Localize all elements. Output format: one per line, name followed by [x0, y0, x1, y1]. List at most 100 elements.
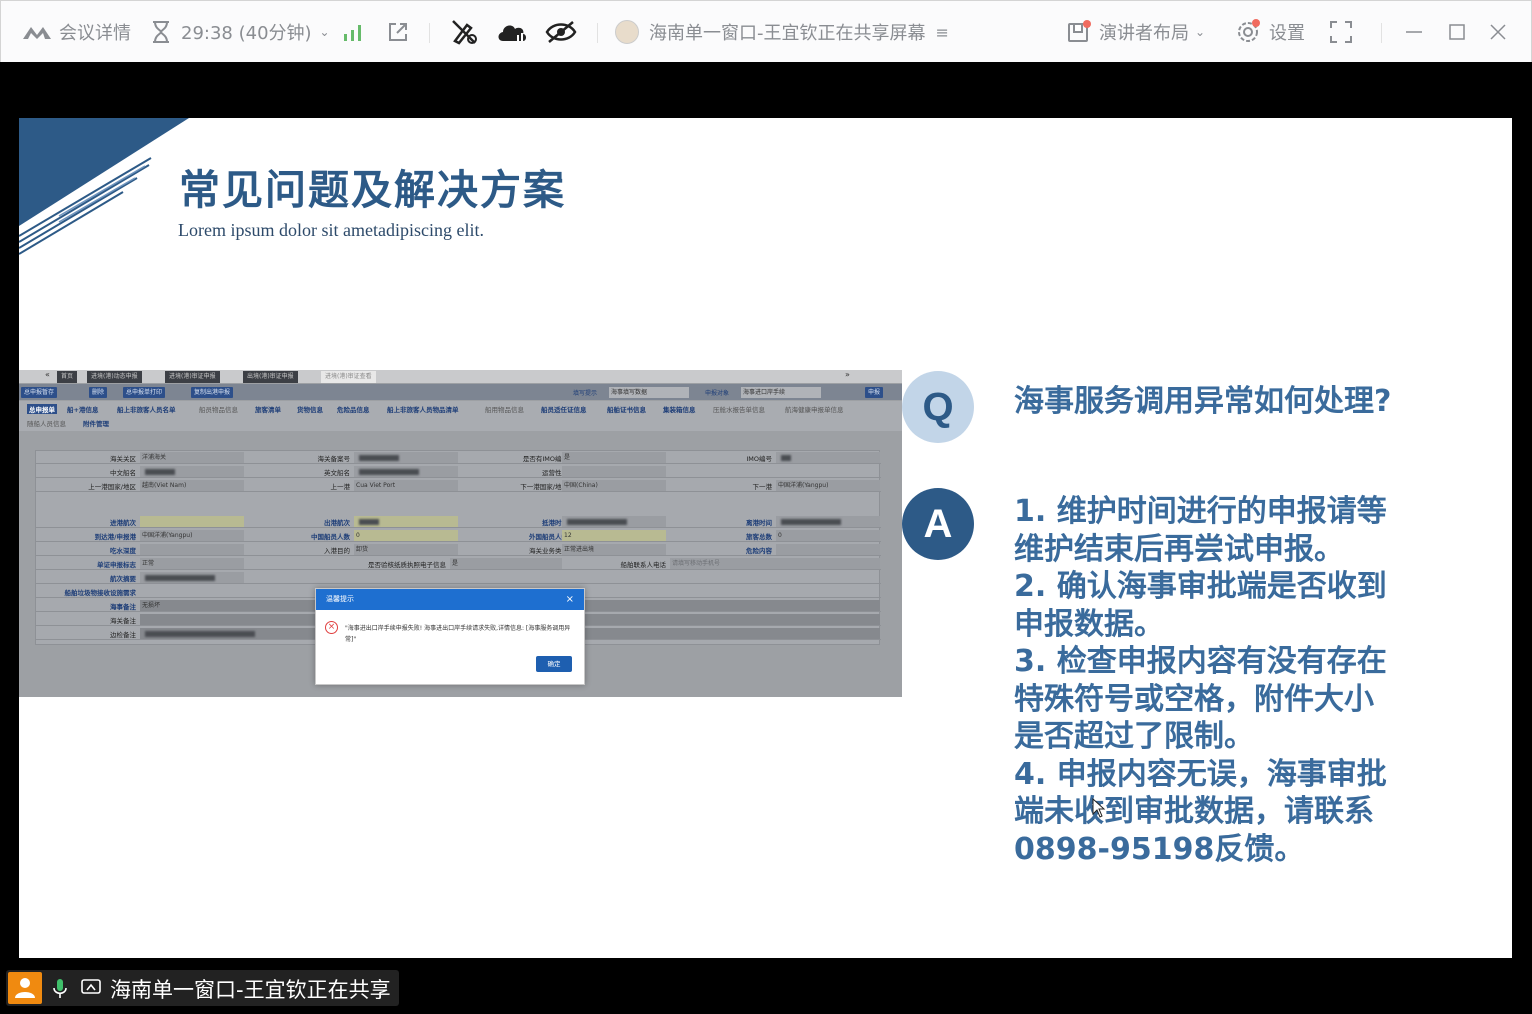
embedded-label: 吃水深度 [110, 547, 136, 555]
slide-title: 常见问题及解决方案 [179, 166, 566, 214]
shared-slide: 常见问题及解决方案 Lorem ipsum dolor sit ametadip… [19, 118, 1512, 958]
answer-line: 是否超过了限制。 [1014, 719, 1254, 754]
embedded-field: Cua Viet Port [354, 480, 458, 491]
settings-button[interactable]: 设置 [1235, 15, 1305, 49]
embedded-label: 上一港 [330, 483, 351, 491]
embedded-label: 外国船员人数 [529, 533, 568, 541]
pen-slash-icon [452, 20, 477, 45]
embedded-label: 单证申报标志 [97, 561, 136, 569]
cloud-record-button[interactable] [497, 15, 529, 49]
toolbar-divider [429, 23, 430, 43]
answer-line: 特殊符号或空格，附件大小 [1014, 681, 1374, 717]
signal-button[interactable] [343, 15, 363, 49]
screen-share-icon[interactable] [81, 979, 101, 997]
layout-icon [1068, 20, 1091, 42]
embedded-subtabs: 总申报单 船+港信息 船上非旅客人员名单 船员物品信息 旅客清单 货物信息 危险… [19, 401, 902, 431]
embedded-field-redacted [354, 452, 458, 463]
arrow-left-icon: « [45, 370, 50, 379]
corner-decoration [19, 118, 189, 255]
embedded-field-redacted [354, 466, 458, 477]
embedded-label: 运营性质 [542, 469, 568, 477]
embedded-label: 英文船名 [324, 469, 350, 477]
embedded-tab: 出境(港)审证申报 [243, 371, 298, 383]
embedded-form-row: 吃水深度 入港目的 卸货 海关业务类型 正常进出境 危险内容 [36, 543, 881, 556]
dialog-message: "海事进出口岸手续申报失败! 海事进出口岸手续请求失败,详情信息: [海事服务调… [345, 625, 571, 643]
timer-button[interactable]: 29:38 (40分钟) ⌄ [151, 15, 330, 49]
hourglass-icon [153, 21, 169, 43]
sharer-label: 海南单一窗口-王宜钦正在共享屏幕 [649, 23, 926, 44]
embedded-tab: 首页 [57, 371, 78, 383]
embedded-subtab: 附件管理 [83, 420, 109, 428]
hide-video-button[interactable] [545, 15, 577, 49]
fullscreen-icon [1330, 21, 1352, 43]
embedded-label: 旅客总数 [746, 533, 772, 541]
embedded-action-bar: 总申报暂存 删除 总申报单打印 复制出港申报 填写提示 海事填写数据 申报对象 … [19, 384, 902, 400]
menu-lines-icon: ≡ [935, 22, 949, 42]
error-dialog: 温馨提示 × × "海事进出口岸手续申报失败! 海事进出口岸手续请求失败,详情信… [315, 588, 585, 685]
participants-button[interactable] [8, 972, 42, 1004]
embedded-label: 海事备注 [110, 603, 136, 611]
answer-line: 4. 申报内容无误，海事审批 [1014, 756, 1387, 792]
maximize-button[interactable] [1448, 15, 1466, 49]
question-text: 海事服务调用异常如何处理? [1014, 384, 1392, 419]
embedded-field: 0 [776, 530, 880, 541]
embedded-subtab: 航海健康申报单信息 [785, 406, 844, 414]
user-icon [15, 978, 35, 998]
embedded-field: 正常进出境 [562, 544, 666, 555]
embedded-form-row: 中文船名 英文船名 运营性质 [36, 465, 881, 478]
answer-line: 端未收到审批数据，请联系 [1014, 794, 1374, 829]
timer-label: 29:38 (40分钟) [181, 23, 312, 44]
answer-line: 0898-95198反馈。 [1014, 831, 1305, 867]
microphone-icon[interactable] [52, 978, 68, 1000]
embedded-label: 进港航次 [110, 519, 136, 527]
embedded-subtab: 总申报单 [27, 404, 57, 414]
embedded-field: 卸货 [354, 544, 458, 555]
embedded-label: 下一港 [752, 483, 773, 491]
embedded-field: 请填写移动手机号 [670, 558, 880, 569]
embedded-field: 中国洋浦(Yangpu) [776, 480, 880, 491]
embedded-button: 总申报单打印 [123, 387, 166, 398]
presenter-layout-button[interactable]: 演讲者布局 ⌄ [1067, 15, 1205, 49]
embedded-field: 是 [450, 558, 562, 569]
meeting-details-label: 会议详情 [59, 23, 131, 44]
embedded-button: 总申报暂存 [21, 387, 58, 398]
embedded-subtab: 集装箱信息 [663, 406, 696, 414]
embedded-report-button: 申报 [865, 387, 884, 398]
embedded-field-redacted [140, 572, 244, 583]
close-icon [1490, 24, 1506, 40]
embedded-form-row: 航次摘要 [36, 571, 881, 584]
embedded-label: 是否有IMO编号 [522, 455, 568, 463]
embedded-label: 中文船名 [110, 469, 136, 477]
embedded-label: 入港目的 [324, 547, 350, 555]
embedded-hint-select: 海事填写数据 [609, 387, 689, 398]
answer-line: 1. 维护时间进行的申报请等 [1014, 494, 1387, 529]
popout-button[interactable] [387, 15, 409, 49]
close-button[interactable] [1489, 15, 1507, 49]
embedded-label: 抵港时间 [542, 519, 568, 527]
embedded-subtab: 船员适任证信息 [541, 406, 587, 414]
meeting-window: 会议详情 29:38 (40分钟) ⌄ 海南单一窗口-王宜钦正在共享屏幕 ≡ 演… [0, 0, 1532, 1014]
sharer-info[interactable]: 海南单一窗口-王宜钦正在共享屏幕 ≡ [615, 15, 949, 49]
embedded-button: 删除 [89, 387, 108, 398]
annotation-off-button[interactable] [451, 15, 479, 49]
embedded-field [140, 516, 244, 527]
embedded-subtab: 船舶证书信息 [607, 406, 646, 414]
cloud-icon [498, 25, 526, 41]
embedded-field-redacted [776, 452, 880, 463]
embedded-tab-strip: « 首页 进境(港)动态申报 进境(港)审证申报 出境(港)审证申报 进境(港)… [19, 370, 902, 383]
meeting-details-button[interactable]: 会议详情 [23, 15, 131, 49]
embedded-target-select: 海事进口岸手续 [741, 387, 821, 398]
fullscreen-button[interactable] [1329, 15, 1353, 49]
embedded-label: 离港时间 [746, 519, 772, 527]
embedded-subtab: 船员物品信息 [199, 406, 238, 414]
embedded-label: 边检备注 [110, 631, 136, 639]
embedded-field: 12 [562, 530, 666, 541]
signal-strength-icon [344, 25, 361, 41]
embedded-field: 越南(Viet Nam) [140, 480, 244, 491]
embedded-subtab: 船+港信息 [67, 406, 99, 414]
answer-line: 申报数据。 [1014, 606, 1164, 642]
external-link-icon [389, 23, 407, 41]
embedded-form-row: 上一港国家/地区 越南(Viet Nam) 上一港 Cua Viet Port … [36, 479, 881, 492]
minimize-button[interactable] [1405, 15, 1423, 49]
embedded-button: 复制出港申报 [191, 387, 234, 398]
